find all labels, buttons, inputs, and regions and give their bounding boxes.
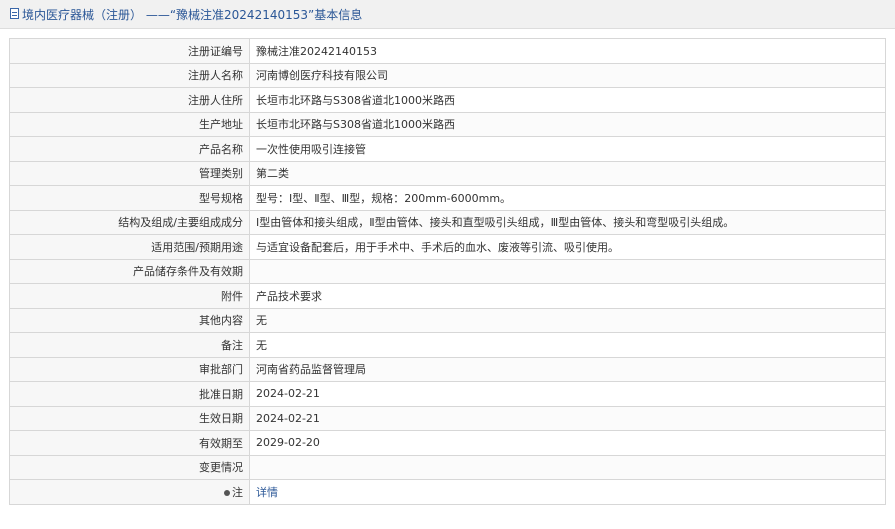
- table-row: 附件 产品技术要求: [9, 283, 886, 309]
- table-row: 产品储存条件及有效期: [9, 258, 886, 284]
- field-value: 长垣市北环路与S308省道北1000米路西: [249, 111, 886, 137]
- field-value: 第二类: [249, 160, 886, 186]
- field-label: 产品储存条件及有效期: [9, 258, 250, 284]
- table-row: 适用范围/预期用途 与适宜设备配套后，用于手术中、手术后的血水、废液等引流、吸引使…: [9, 234, 886, 260]
- note-label-cell: 注: [9, 479, 250, 505]
- table-row: 批准日期 2024-02-21: [9, 381, 886, 407]
- table-row: 有效期至 2029-02-20: [9, 430, 886, 456]
- note-value-cell: 详情: [249, 479, 886, 505]
- table-row: 生产地址 长垣市北环路与S308省道北1000米路西: [9, 111, 886, 137]
- field-value: 型号：Ⅰ型、Ⅱ型、Ⅲ型，规格：200mm-6000mm。: [249, 185, 886, 211]
- field-value: 豫械注准20242140153: [249, 38, 886, 64]
- note-row: 注详情: [9, 479, 886, 505]
- field-label: 附件: [9, 283, 250, 309]
- table-row: 注册人名称 河南博创医疗科技有限公司: [9, 62, 886, 88]
- field-value: 一次性使用吸引连接管: [249, 136, 886, 162]
- document-icon: [10, 8, 19, 19]
- table-row: 注册人住所 长垣市北环路与S308省道北1000米路西: [9, 87, 886, 113]
- field-label: 生效日期: [9, 405, 250, 431]
- field-value: [249, 454, 886, 480]
- table-row: 型号规格 型号：Ⅰ型、Ⅱ型、Ⅲ型，规格：200mm-6000mm。: [9, 185, 886, 211]
- field-label: 结构及组成/主要组成成分: [9, 209, 250, 235]
- field-label: 生产地址: [9, 111, 250, 137]
- field-label: 注册人名称: [9, 62, 250, 88]
- field-value: Ⅰ型由管体和接头组成，Ⅱ型由管体、接头和直型吸引头组成，Ⅲ型由管体、接头和弯型吸…: [249, 209, 886, 235]
- details-link[interactable]: 详情: [256, 486, 278, 499]
- table-row: 审批部门 河南省药品监督管理局: [9, 356, 886, 382]
- note-label: 注: [232, 485, 243, 499]
- page-title: 境内医疗器械（注册） ——“豫械注准20242140153”基本信息: [22, 8, 363, 22]
- field-value: 产品技术要求: [249, 283, 886, 309]
- device-info-body: 注册证编号 豫械注准20242140153 注册人名称 河南博创医疗科技有限公司 注册人…: [9, 38, 886, 505]
- field-value: 2024-02-21: [249, 381, 886, 407]
- field-value: 长垣市北环路与S308省道北1000米路西: [249, 87, 886, 113]
- field-label: 注册证编号: [9, 38, 250, 64]
- field-value: 2024-02-21: [249, 405, 886, 431]
- field-label: 产品名称: [9, 136, 250, 162]
- table-row: 管理类别 第二类: [9, 160, 886, 186]
- field-label: 批准日期: [9, 381, 250, 407]
- page-header: 境内医疗器械（注册） ——“豫械注准20242140153”基本信息: [0, 0, 895, 29]
- table-row: 结构及组成/主要组成成分 Ⅰ型由管体和接头组成，Ⅱ型由管体、接头和直型吸引头组成，…: [9, 209, 886, 235]
- device-info-table: 注册证编号 豫械注准20242140153 注册人名称 河南博创医疗科技有限公司 注册人…: [9, 38, 886, 505]
- table-row: 生效日期 2024-02-21: [9, 405, 886, 431]
- table-row: 产品名称 一次性使用吸引连接管: [9, 136, 886, 162]
- field-label: 适用范围/预期用途: [9, 234, 250, 260]
- field-value: 河南博创医疗科技有限公司: [249, 62, 886, 88]
- field-label: 审批部门: [9, 356, 250, 382]
- table-row: 变更情况: [9, 454, 886, 480]
- field-value: 无: [249, 307, 886, 333]
- field-label: 管理类别: [9, 160, 250, 186]
- field-value: 无: [249, 332, 886, 358]
- table-row: 注册证编号 豫械注准20242140153: [9, 38, 886, 64]
- field-value: 2029-02-20: [249, 430, 886, 456]
- field-label: 其他内容: [9, 307, 250, 333]
- field-value: [249, 258, 886, 284]
- table-row: 其他内容无: [9, 307, 886, 333]
- field-value: 河南省药品监督管理局: [249, 356, 886, 382]
- pin-icon: [224, 489, 230, 496]
- field-label: 变更情况: [9, 454, 250, 480]
- field-label: 有效期至: [9, 430, 250, 456]
- field-label: 备注: [9, 332, 250, 358]
- field-value: 与适宜设备配套后，用于手术中、手术后的血水、废液等引流、吸引使用。: [249, 234, 886, 260]
- field-label: 注册人住所: [9, 87, 250, 113]
- table-row: 备注无: [9, 332, 886, 358]
- field-label: 型号规格: [9, 185, 250, 211]
